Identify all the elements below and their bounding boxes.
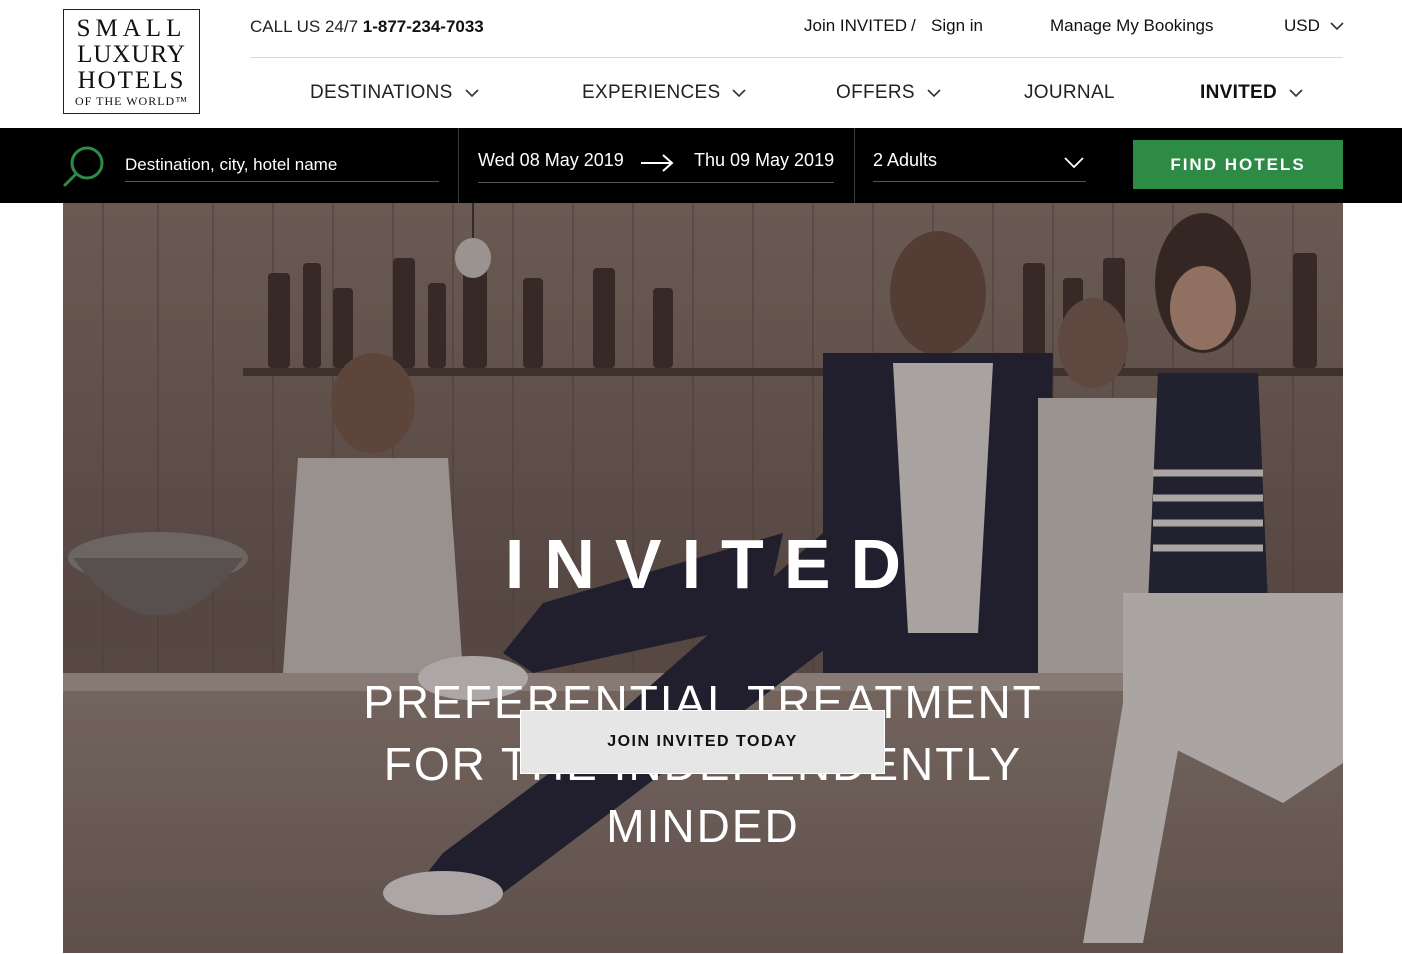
nav-destinations[interactable]: DESTINATIONS <box>310 82 479 104</box>
chevron-down-icon <box>732 88 747 97</box>
manage-bookings-link[interactable]: Manage My Bookings <box>1050 16 1213 36</box>
nav-invited[interactable]: INVITED <box>1200 82 1303 104</box>
nav-offers-label: OFFERS <box>836 82 915 103</box>
hero-title: INVITED <box>504 525 922 603</box>
logo-line-hotels: HOTELS <box>77 67 186 94</box>
brand-logo[interactable]: SMALL LUXURY HOTELS OF THE WORLD™ <box>63 9 200 114</box>
logo-line-of-the-world: OF THE WORLD™ <box>75 94 188 108</box>
chevron-down-icon <box>1330 21 1344 30</box>
chevron-down-icon <box>465 88 479 97</box>
search-icon <box>63 146 104 187</box>
call-us-label: CALL US 24/7 <box>250 17 363 36</box>
hotel-search-bar: Wed 08 May 2019 Thu 09 May 2019 2 Adults… <box>0 128 1402 203</box>
currency-label: USD <box>1284 16 1320 35</box>
find-hotels-button[interactable]: FIND HOTELS <box>1133 140 1343 189</box>
site-header: SMALL LUXURY HOTELS OF THE WORLD™ CALL U… <box>0 0 1402 128</box>
account-separator: / <box>911 16 916 35</box>
call-us-text: CALL US 24/7 1-877-234-7033 <box>250 17 484 37</box>
chevron-down-icon <box>1064 157 1084 169</box>
nav-offers[interactable]: OFFERS <box>836 82 941 104</box>
sign-in-link[interactable]: Sign in <box>931 16 983 36</box>
destination-field <box>125 148 439 182</box>
logo-line-luxury: LUXURY <box>77 41 186 68</box>
date-field-underline <box>478 182 834 183</box>
arrow-right-icon <box>641 154 674 172</box>
header-divider <box>250 57 1343 58</box>
join-invited-today-button[interactable]: JOIN INVITED TODAY <box>520 710 885 774</box>
phone-number[interactable]: 1-877-234-7033 <box>363 17 484 36</box>
hero-banner: INVITED PREFERENTIAL TREATMENT FOR THE I… <box>63 203 1343 953</box>
nav-experiences[interactable]: EXPERIENCES <box>582 82 747 104</box>
nav-journal[interactable]: JOURNAL <box>1024 82 1115 104</box>
check-out-date[interactable]: Thu 09 May 2019 <box>694 150 834 171</box>
nav-experiences-label: EXPERIENCES <box>582 82 721 103</box>
join-invited-link[interactable]: Join INVITED <box>804 16 907 36</box>
check-in-date[interactable]: Wed 08 May 2019 <box>478 150 624 171</box>
nav-invited-label: INVITED <box>1200 82 1278 103</box>
nav-destinations-label: DESTINATIONS <box>310 82 453 103</box>
chevron-down-icon <box>927 88 941 97</box>
nav-journal-label: JOURNAL <box>1024 82 1115 103</box>
guests-value: 2 Adults <box>873 150 938 170</box>
currency-selector[interactable]: USD <box>1284 16 1344 36</box>
search-divider <box>854 128 855 203</box>
guests-selector[interactable]: 2 Adults <box>873 148 1086 182</box>
hero-subtitle-line: MINDED <box>606 800 800 852</box>
destination-input[interactable] <box>125 148 439 181</box>
chevron-down-icon <box>1289 88 1303 97</box>
logo-line-small: SMALL <box>76 15 187 42</box>
search-divider <box>458 128 459 203</box>
